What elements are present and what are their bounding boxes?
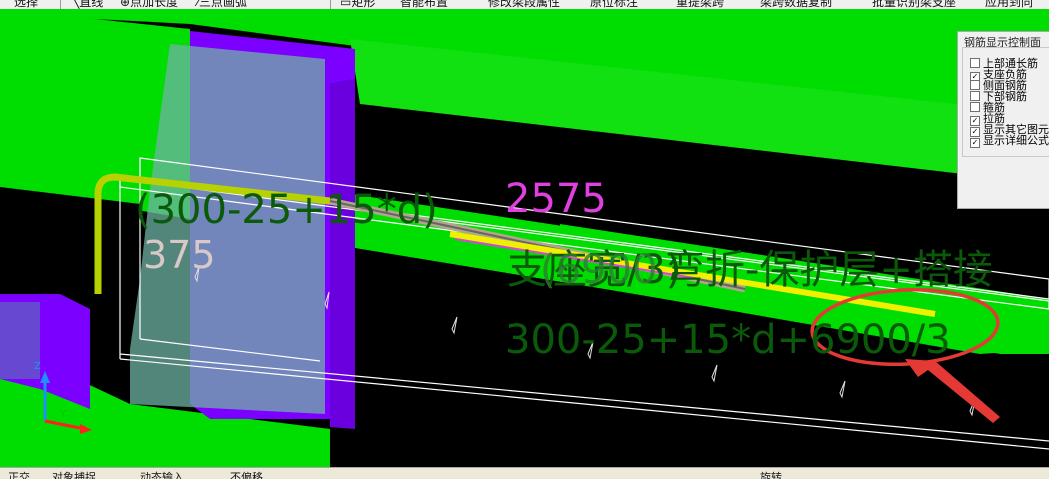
apply-same-label: 应用到同 — [985, 0, 1034, 9]
plus-circle-icon: ⊕ — [120, 0, 131, 9]
axis-label-y: Y — [59, 409, 67, 420]
toolbar-smart-layout[interactable]: 智能布置 — [400, 0, 448, 8]
status-bar: 正交 对象捕捉 动态输入 不偏移 旋转 — [0, 467, 1049, 479]
checkbox-icon[interactable] — [970, 102, 980, 112]
toolbar-rectangle[interactable]: ▭矩形 — [340, 0, 375, 8]
toolbar-batch-identify-support[interactable]: 批量识别梁支座 — [872, 0, 956, 8]
overlap-text-2-label: (6900 — [540, 247, 657, 293]
copy-span-data-label: 梁跨数据复制 — [760, 0, 833, 9]
axis-label-z: Z — [34, 361, 41, 372]
rectangle-label: 矩形 — [351, 0, 376, 9]
modify-beam-label: 修改梁段属性 — [488, 0, 561, 9]
description-label: 弯折-保护层+搭接 — [665, 247, 993, 293]
toolbar-separator — [330, 0, 331, 9]
smart-layout-label: 智能布置 — [400, 0, 449, 9]
toolbar-modify-beam[interactable]: 修改梁段属性 — [488, 0, 560, 8]
scene-canvas: Z Y (300-25+15*d) 375 2575 支座宽/3) (6900 … — [0, 9, 1049, 467]
toolbar-three-point-arc[interactable]: ⁄三点画弧 — [197, 0, 247, 8]
toolbar-re-extract-span[interactable]: 重提梁跨 — [676, 0, 724, 8]
option-label: 显示详细公式 — [983, 134, 1049, 147]
checkbox-icon[interactable] — [970, 80, 980, 90]
batch-identify-label: 批量识别梁支座 — [872, 0, 957, 9]
checkbox-icon[interactable] — [970, 91, 980, 101]
toolbar-separator — [60, 0, 61, 9]
checkbox-icon[interactable] — [970, 58, 980, 68]
value-2575-label: 2575 — [505, 176, 607, 222]
value-375-label: 375 — [143, 233, 216, 277]
option-show-detailed-formula[interactable]: ✓ 显示详细公式 — [970, 135, 1049, 148]
rectangle-icon: ▭ — [340, 0, 352, 9]
3d-viewport[interactable]: Z Y (300-25+15*d) 375 2575 支座宽/3) (6900 … — [0, 9, 1049, 467]
formula-main-label: 300-25+15*d+6900/3 — [505, 317, 951, 363]
toolbar-apply-same[interactable]: 应用到同 — [985, 0, 1033, 8]
toolbar-select[interactable]: 选择 — [14, 0, 38, 8]
toolbar-in-situ-annotation[interactable]: 原位标注 — [590, 0, 638, 8]
toolbar-copy-span-data[interactable]: 梁跨数据复制 — [760, 0, 832, 8]
toolbar-point-length[interactable]: ⊕点加长度 — [120, 0, 178, 8]
column-big-side — [330, 79, 355, 429]
re-extract-span-label: 重提梁跨 — [676, 0, 725, 9]
line-label: 直线 — [79, 0, 104, 9]
in-situ-annotation-label: 原位标注 — [590, 0, 639, 9]
rebar-display-control-panel[interactable]: 钢筋显示控制面 上部通长筋 ✓ 支座负筋 侧面钢筋 下部钢筋 箍筋 ✓ 拉筋 ✓ 显示… — [957, 31, 1049, 209]
formula-top-label: (300-25+15*d) — [135, 187, 438, 233]
arc-label: 三点画弧 — [199, 0, 248, 9]
toolbar-line[interactable]: ╲直线 — [72, 0, 103, 8]
checkbox-checked-icon[interactable]: ✓ — [970, 138, 980, 148]
point-length-label: 点加长度 — [130, 0, 179, 9]
